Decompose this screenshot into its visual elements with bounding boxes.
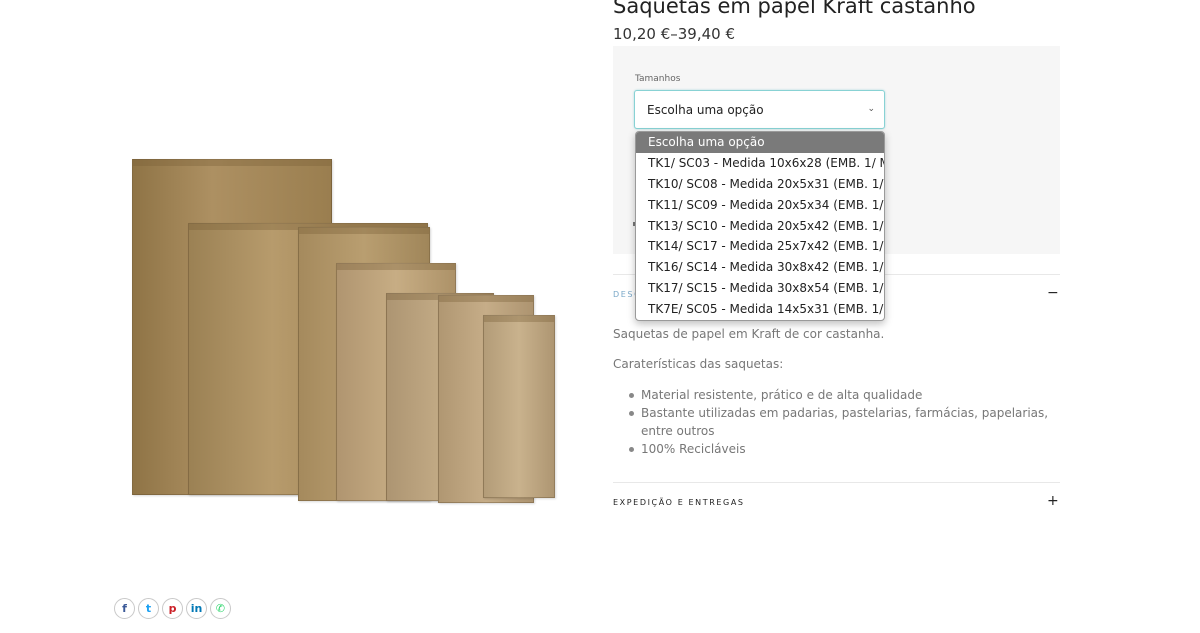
chevron-down-icon: ⌄	[867, 104, 875, 114]
product-title: Saquetas em papel Kraft castanho	[613, 0, 976, 18]
list-item: 100% Recicláveis	[627, 440, 1060, 458]
dropdown-option[interactable]: TK13/ SC10 - Medida 20x5x42 (EMB. 1/M)	[636, 216, 884, 237]
pinterest-icon[interactable]: p	[162, 598, 183, 619]
tab-shipping[interactable]: EXPEDIÇÃO E ENTREGAS	[613, 498, 745, 507]
features-list: Material resistente, prático e de alta q…	[613, 386, 1060, 458]
collapse-icon[interactable]: −	[1047, 285, 1059, 301]
share-icons: f t p in ✆	[114, 598, 231, 619]
dropdown-option[interactable]: TK1/ SC03 - Medida 10x6x28 (EMB. 1/ M)	[636, 153, 884, 174]
variation-label: Tamanhos	[635, 74, 681, 84]
product-price: 10,20 €–39,40 €	[613, 25, 736, 43]
kraft-bag-image	[483, 315, 555, 498]
features-heading: Caraterísticas das saquetas:	[613, 357, 784, 371]
facebook-icon[interactable]: f	[114, 598, 135, 619]
list-item: Material resistente, prático e de alta q…	[627, 386, 1060, 404]
dropdown-option[interactable]: TK14/ SC17 - Medida 25x7x42 (EMB. 1/ M)	[636, 236, 884, 257]
dropdown-option[interactable]: TK16/ SC14 - Medida 30x8x42 (EMB. 1/ M)	[636, 257, 884, 278]
divider	[613, 482, 1060, 483]
dropdown-option[interactable]: TK7E/ SC05 - Medida 14x5x31 (EMB. 1/ M)	[636, 299, 884, 320]
list-item: Bastante utilizadas em padarias, pastela…	[627, 404, 1060, 440]
expand-icon[interactable]: +	[1047, 493, 1059, 509]
linkedin-icon[interactable]: in	[186, 598, 207, 619]
size-select[interactable]: Escolha uma opção ⌄	[634, 90, 885, 129]
description-content: Saquetas de papel em Kraft de cor castan…	[613, 326, 1060, 458]
select-value: Escolha uma opção	[647, 102, 764, 117]
description-intro: Saquetas de papel em Kraft de cor castan…	[613, 327, 885, 341]
twitter-icon[interactable]: t	[138, 598, 159, 619]
product-image[interactable]	[128, 155, 558, 505]
size-dropdown-list[interactable]: Escolha uma opção TK1/ SC03 - Medida 10x6…	[635, 131, 885, 321]
dropdown-option[interactable]: Escolha uma opção	[636, 132, 884, 153]
dropdown-option[interactable]: TK11/ SC09 - Medida 20x5x34 (EMB. 1/M)	[636, 195, 884, 216]
dropdown-option[interactable]: TK17/ SC15 - Medida 30x8x54 (EMB. 1/ M)	[636, 278, 884, 299]
whatsapp-icon[interactable]: ✆	[210, 598, 231, 619]
dropdown-option[interactable]: TK10/ SC08 - Medida 20x5x31 (EMB. 1/ M)	[636, 174, 884, 195]
